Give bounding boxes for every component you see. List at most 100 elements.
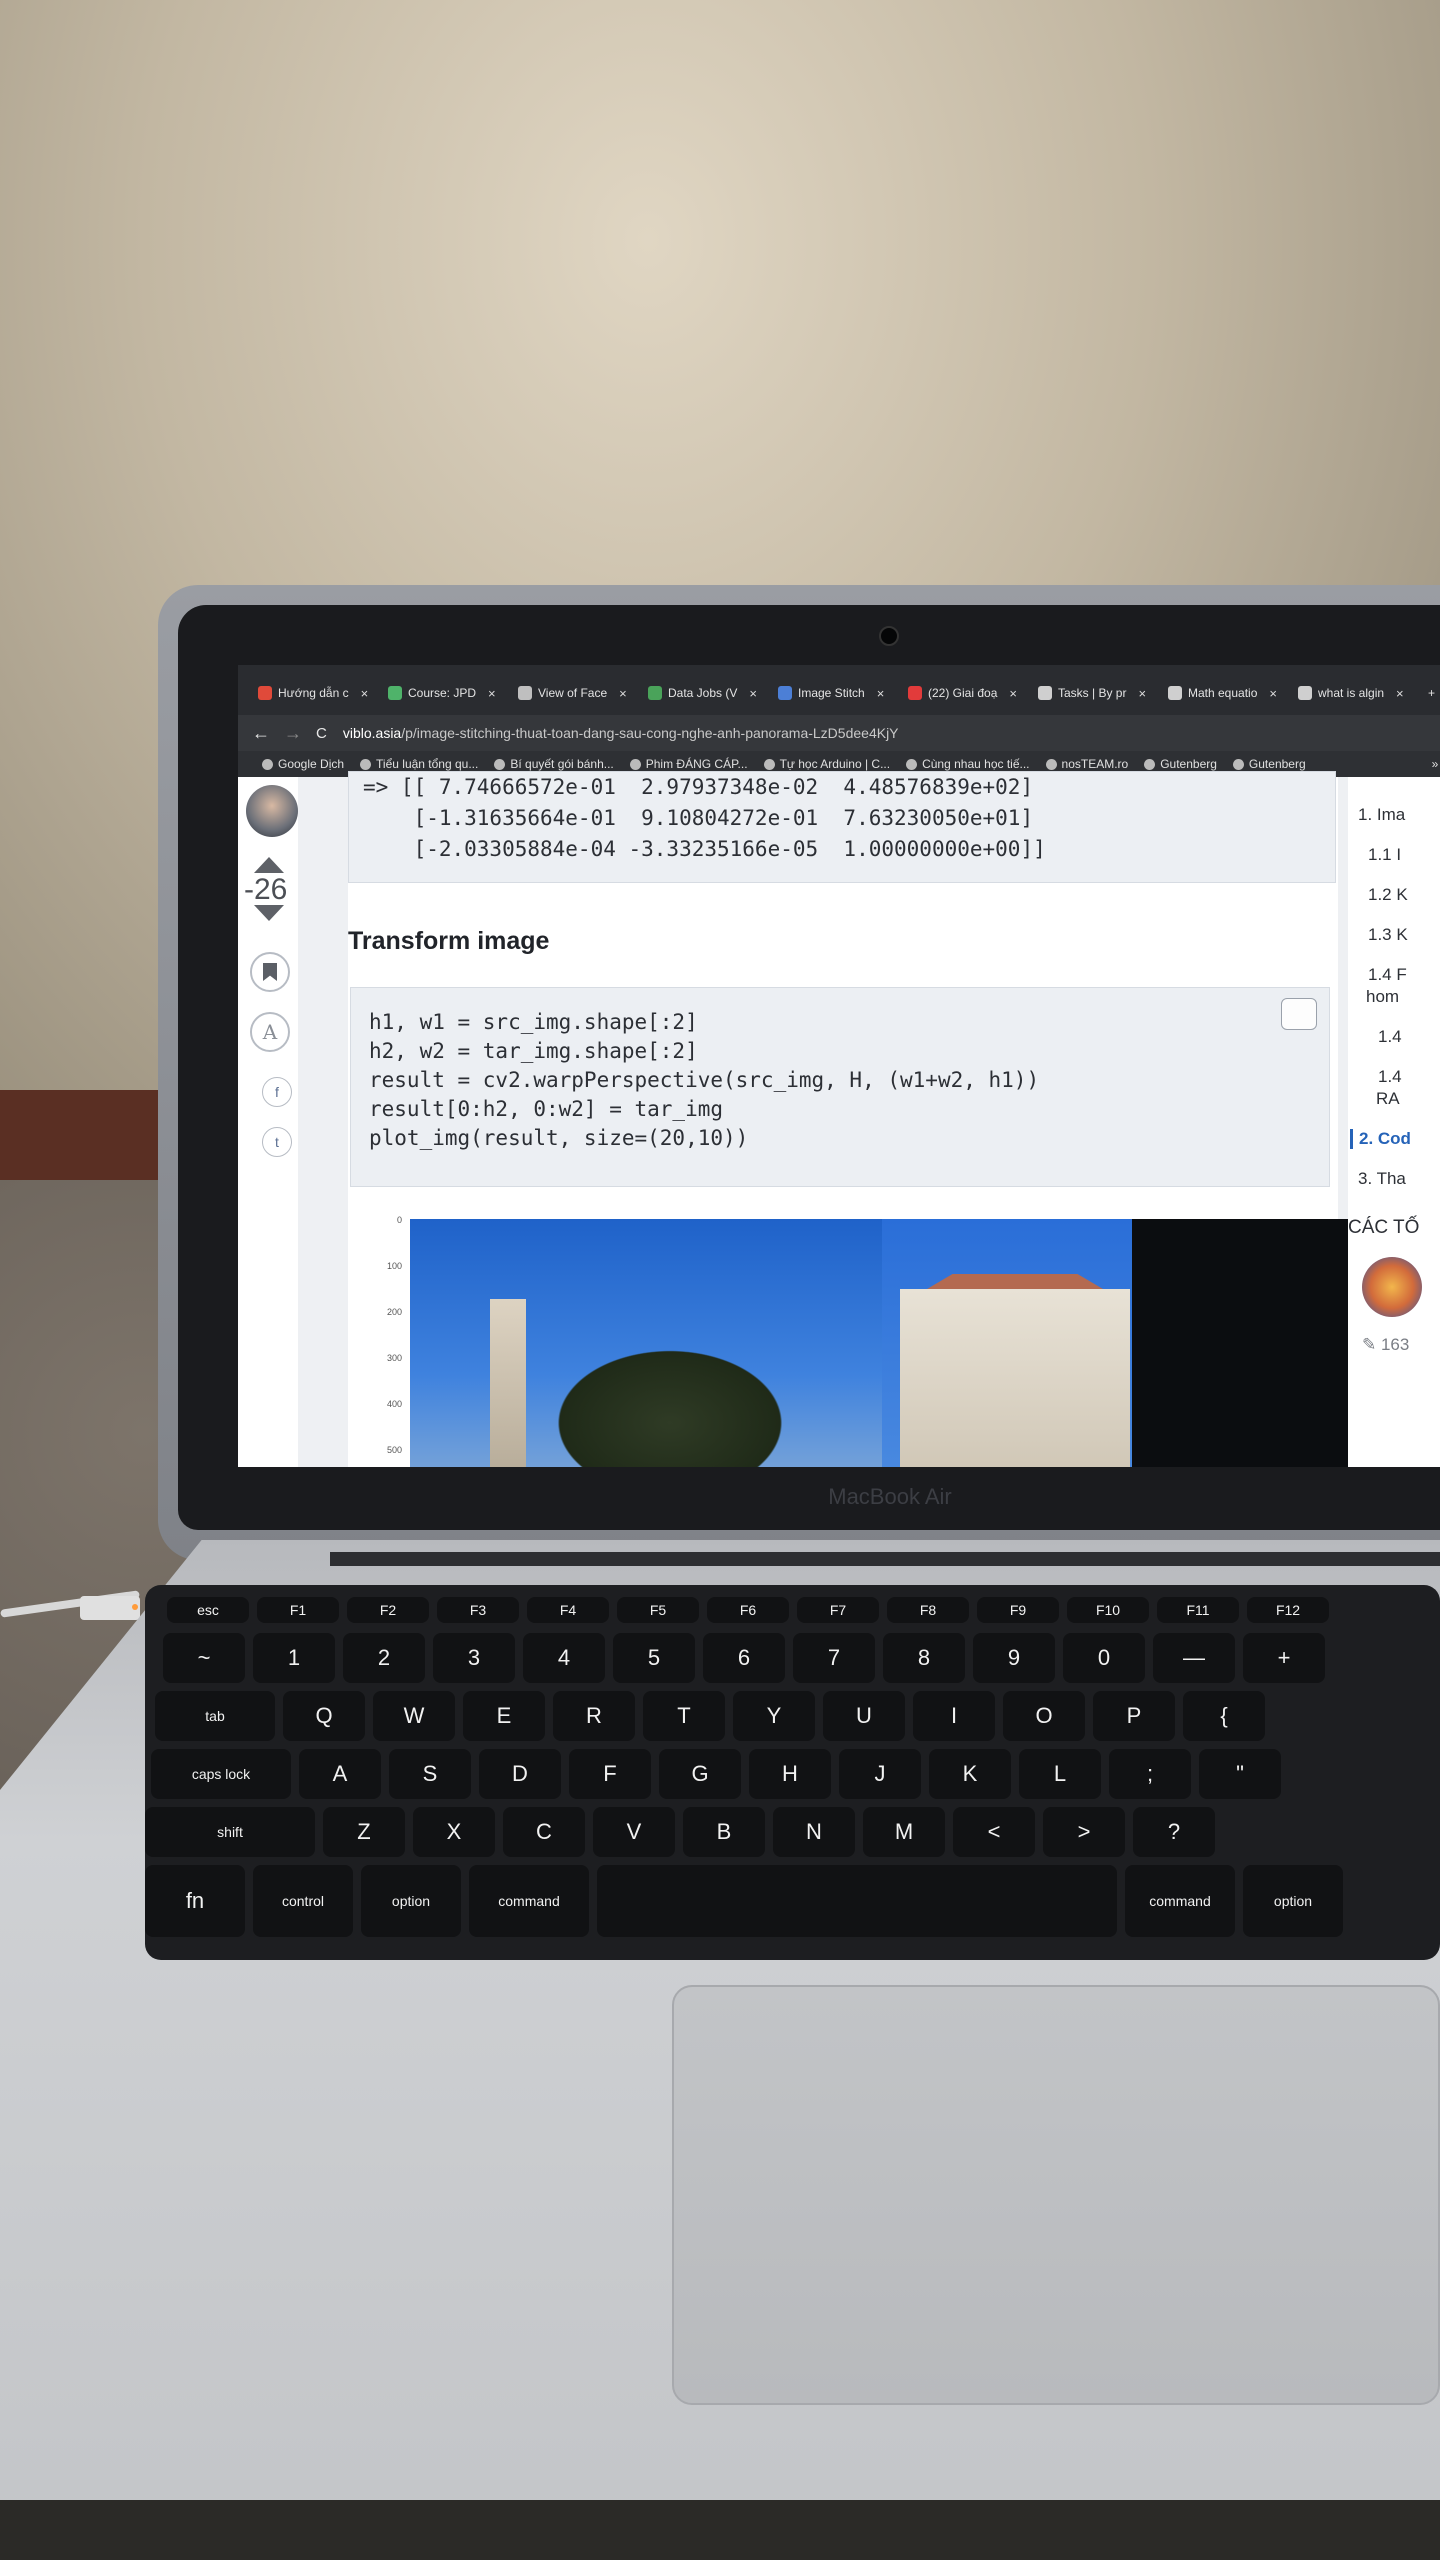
keyboard-key[interactable]: esc <box>167 1597 249 1623</box>
keyboard-key[interactable]: K <box>929 1749 1011 1799</box>
keyboard-key[interactable]: command <box>1125 1865 1235 1937</box>
bookmark-item[interactable]: Gutenberg <box>1232 757 1306 771</box>
keyboard-key[interactable]: F10 <box>1067 1597 1149 1623</box>
toc-item[interactable]: 1.4 F <box>1368 965 1407 985</box>
keyboard-key[interactable]: Q <box>283 1691 365 1741</box>
keyboard-key[interactable]: F <box>569 1749 651 1799</box>
reload-icon[interactable]: C <box>316 725 327 742</box>
tab-close-icon[interactable]: × <box>488 686 496 701</box>
toc-item[interactable]: 1.4 <box>1378 1067 1402 1087</box>
copy-code-button[interactable] <box>1281 998 1317 1030</box>
keyboard-key[interactable]: 8 <box>883 1633 965 1683</box>
keyboard-key[interactable]: > <box>1043 1807 1125 1857</box>
keyboard-key[interactable]: M <box>863 1807 945 1857</box>
bookmark-item[interactable]: Tiểu luận tổng qu... <box>360 757 478 771</box>
keyboard-key[interactable]: G <box>659 1749 741 1799</box>
keyboard-key[interactable]: B <box>683 1807 765 1857</box>
bookmark-button[interactable] <box>250 952 290 992</box>
keyboard-key[interactable]: F11 <box>1157 1597 1239 1623</box>
keyboard-key[interactable]: C <box>503 1807 585 1857</box>
keyboard-key[interactable]: F3 <box>437 1597 519 1623</box>
bookmark-item[interactable]: Phim ĐÁNG CÁP... <box>629 757 748 771</box>
browser-tab[interactable]: what is algin × <box>1298 677 1404 709</box>
keyboard-key[interactable]: 6 <box>703 1633 785 1683</box>
browser-tab[interactable]: Course: JPD × <box>388 677 496 709</box>
keyboard-key[interactable]: < <box>953 1807 1035 1857</box>
keyboard-key[interactable]: I <box>913 1691 995 1741</box>
upvote-icon[interactable] <box>254 857 284 873</box>
keyboard-key[interactable]: fn <box>145 1865 245 1937</box>
bookmark-item[interactable]: nosTEAM.ro <box>1045 757 1128 771</box>
keyboard-key[interactable]: H <box>749 1749 831 1799</box>
toc-item[interactable]: 1.4 <box>1378 1027 1402 1047</box>
keyboard-key[interactable]: 7 <box>793 1633 875 1683</box>
keyboard-key[interactable]: F6 <box>707 1597 789 1623</box>
keyboard-key[interactable]: F7 <box>797 1597 879 1623</box>
keyboard-key[interactable]: 3 <box>433 1633 515 1683</box>
keyboard-key[interactable]: S <box>389 1749 471 1799</box>
browser-tab[interactable]: Image Stitch × <box>778 677 884 709</box>
tab-close-icon[interactable]: × <box>1138 686 1146 701</box>
toc-item[interactable]: 1. Ima <box>1358 805 1405 825</box>
keyboard-key[interactable]: caps lock <box>151 1749 291 1799</box>
keyboard-key[interactable]: U <box>823 1691 905 1741</box>
tab-close-icon[interactable]: × <box>1396 686 1404 701</box>
forward-icon[interactable]: → <box>284 723 302 744</box>
new-tab-button[interactable]: + <box>1428 677 1435 709</box>
keyboard-key[interactable]: ; <box>1109 1749 1191 1799</box>
keyboard-key[interactable]: W <box>373 1691 455 1741</box>
keyboard-key[interactable]: J <box>839 1749 921 1799</box>
back-icon[interactable]: ← <box>252 723 270 744</box>
tab-close-icon[interactable]: × <box>1009 686 1017 701</box>
keyboard-key[interactable]: E <box>463 1691 545 1741</box>
toc-item[interactable]: 1.1 I <box>1368 845 1401 865</box>
bookmark-item[interactable]: Tự học Arduino | C... <box>763 757 890 771</box>
keyboard-key[interactable]: 0 <box>1063 1633 1145 1683</box>
keyboard-key[interactable]: F8 <box>887 1597 969 1623</box>
keyboard-key[interactable]: 1 <box>253 1633 335 1683</box>
keyboard-key[interactable]: F1 <box>257 1597 339 1623</box>
keyboard-key[interactable]: F5 <box>617 1597 699 1623</box>
toc-item[interactable]: hom <box>1366 987 1399 1007</box>
keyboard-key[interactable]: F4 <box>527 1597 609 1623</box>
font-size-button[interactable]: A <box>250 1012 290 1052</box>
keyboard-key[interactable]: D <box>479 1749 561 1799</box>
keyboard-key[interactable] <box>597 1865 1117 1937</box>
keyboard-key[interactable]: L <box>1019 1749 1101 1799</box>
browser-tab[interactable]: Hướng dẫn c × <box>258 677 368 709</box>
keyboard-key[interactable]: shift <box>145 1807 315 1857</box>
keyboard-key[interactable]: 5 <box>613 1633 695 1683</box>
keyboard-key[interactable]: A <box>299 1749 381 1799</box>
more-bookmarks[interactable]: » Oth <box>1432 757 1440 771</box>
tab-close-icon[interactable]: × <box>619 686 627 701</box>
keyboard-key[interactable]: Y <box>733 1691 815 1741</box>
toc-item-active[interactable]: 2. Cod <box>1350 1129 1411 1149</box>
keyboard-key[interactable]: control <box>253 1865 353 1937</box>
twitter-share-icon[interactable]: t <box>262 1127 292 1157</box>
keyboard-key[interactable]: 4 <box>523 1633 605 1683</box>
tab-close-icon[interactable]: × <box>877 686 885 701</box>
keyboard-key[interactable]: tab <box>155 1691 275 1741</box>
browser-tab[interactable]: View of Face × <box>518 677 627 709</box>
keyboard-key[interactable]: command <box>469 1865 589 1937</box>
toc-item[interactable]: 1.3 K <box>1368 925 1408 945</box>
browser-tab[interactable]: Data Jobs (V × <box>648 677 757 709</box>
tab-close-icon[interactable]: × <box>749 686 757 701</box>
keyboard-key[interactable]: 9 <box>973 1633 1055 1683</box>
keyboard-key[interactable]: O <box>1003 1691 1085 1741</box>
keyboard-key[interactable]: F9 <box>977 1597 1059 1623</box>
keyboard-key[interactable]: { <box>1183 1691 1265 1741</box>
keyboard-key[interactable]: " <box>1199 1749 1281 1799</box>
keyboard-key[interactable]: N <box>773 1807 855 1857</box>
browser-tab[interactable]: Tasks | By pr × <box>1038 677 1146 709</box>
keyboard-key[interactable]: — <box>1153 1633 1235 1683</box>
keyboard-key[interactable]: F12 <box>1247 1597 1329 1623</box>
keyboard-key[interactable]: P <box>1093 1691 1175 1741</box>
keyboard-key[interactable]: Z <box>323 1807 405 1857</box>
keyboard-key[interactable]: option <box>1243 1865 1343 1937</box>
url-field[interactable]: viblo.asia/p/image-stitching-thuat-toan-… <box>343 725 899 741</box>
keyboard-key[interactable]: + <box>1243 1633 1325 1683</box>
keyboard-key[interactable]: R <box>553 1691 635 1741</box>
facebook-share-icon[interactable]: f <box>262 1077 292 1107</box>
bookmark-item[interactable]: Cùng nhau học tiế... <box>906 757 1030 771</box>
